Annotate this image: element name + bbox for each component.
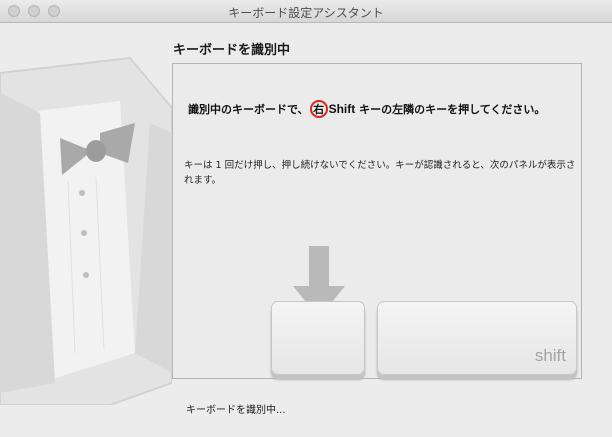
instruction-key-name: Shift xyxy=(328,102,356,116)
status-text: キーボードを識別中... xyxy=(186,405,286,416)
highlighted-right-char: 右 xyxy=(309,100,328,118)
shift-key-label: shift xyxy=(534,346,566,365)
page-heading: キーボードを識別中 xyxy=(173,43,291,58)
shift-key: shift xyxy=(377,301,577,375)
window-title: キーボード設定アシスタント xyxy=(228,6,384,20)
title-bar: キーボード設定アシスタント xyxy=(0,0,612,23)
instruction-suffix: キーの左隣のキーを押してください。 xyxy=(355,103,546,116)
key-detection-panel: 識別中のキーボードで、右 Shift キーの左隣のキーを押してください。 キーは … xyxy=(172,63,582,379)
window-content: キーボードを識別中 識別中のキーボードで、右 Shift キーの左隣のキーを押して… xyxy=(0,23,612,437)
instruction-text: 識別中のキーボードで、右 Shift キーの左隣のキーを押してください。 xyxy=(188,100,545,118)
target-key xyxy=(271,301,365,375)
instruction-prefix: 識別中のキーボードで、 xyxy=(188,103,309,116)
tuxedo-illustration xyxy=(0,56,172,405)
instruction-note: キーは 1 回だけ押し、押し続けないでください。キーが認識されると、次のパネルが… xyxy=(184,160,576,186)
